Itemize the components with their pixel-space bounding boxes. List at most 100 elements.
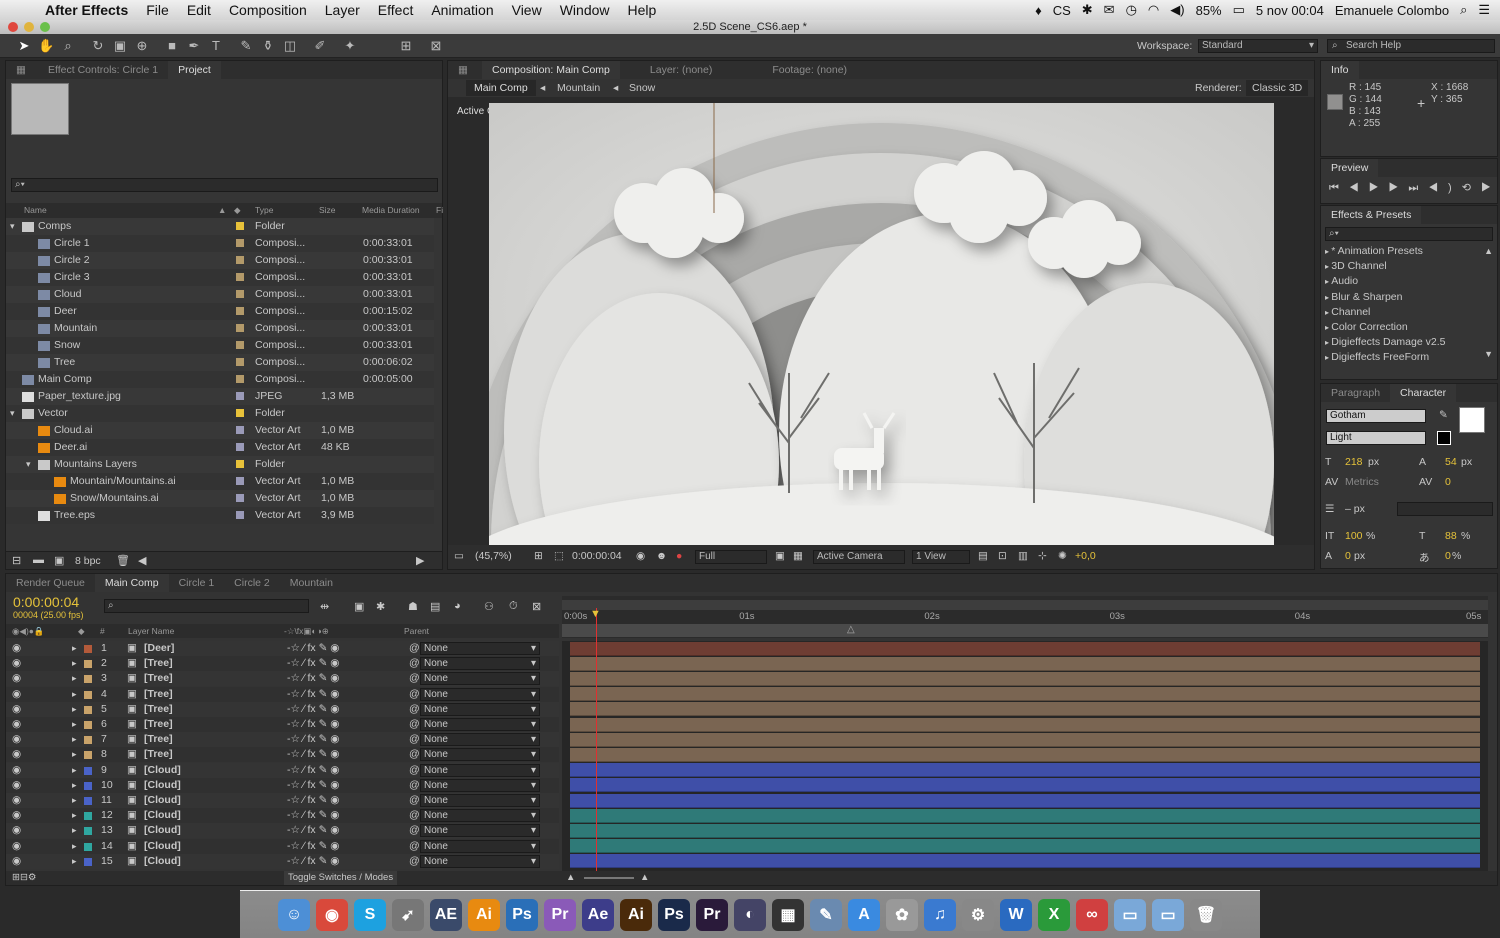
prev-frame-icon[interactable]: ◀ [1349, 182, 1369, 194]
col-name[interactable]: Name [24, 203, 47, 218]
layer-switches[interactable]: -☆ ∕ fx ✎ ◉ [287, 854, 339, 869]
mask-icon[interactable]: ⬚ [554, 550, 564, 562]
label-color-swatch[interactable] [236, 392, 244, 400]
panel-menu-icon[interactable]: ▦ [6, 61, 38, 79]
pick-whip-icon[interactable]: @ [409, 793, 420, 808]
project-item[interactable]: ▾ Mountains Layers Folder [6, 456, 434, 473]
layer-switches[interactable]: -☆ ∕ fx ✎ ◉ [287, 702, 339, 717]
spotlight-icon[interactable]: ⌕ [1460, 2, 1467, 18]
comp-marker-icon[interactable]: △ [847, 624, 855, 635]
app-menu[interactable]: After Effects [36, 2, 137, 18]
tab-mountain[interactable]: Mountain [280, 574, 343, 592]
bluetooth-icon[interactable]: ✱ [1082, 2, 1093, 18]
eye-icon[interactable]: ◉ [12, 823, 21, 838]
timeline-layer-row[interactable]: ◉ ▸ 13 ▣ [Cloud] -☆ ∕ fx ✎ ◉ @ None ▾ [6, 823, 559, 839]
col-parent[interactable]: Parent [404, 624, 429, 638]
new-folder-icon[interactable]: ▬ [33, 554, 44, 566]
project-item[interactable]: Main Comp Composi... 0:00:05:00 [6, 371, 434, 388]
layer-duration-bar[interactable] [570, 839, 1480, 854]
parent-dropdown[interactable]: None ▾ [420, 794, 540, 807]
mail-icon[interactable]: ✉ [1104, 2, 1115, 18]
show-snapshot-icon[interactable]: ☻ [656, 550, 667, 562]
close-window-button[interactable] [8, 22, 18, 32]
timeline-current-time[interactable]: 0:00:00:04 [13, 594, 79, 610]
layer-label-swatch[interactable] [84, 736, 92, 745]
brush-tool-icon[interactable]: ✎ [238, 38, 254, 54]
tab-main-comp[interactable]: Main Comp [94, 574, 169, 592]
layer-name[interactable]: [Cloud] [144, 793, 181, 808]
menu-file[interactable]: File [137, 2, 178, 18]
wifi-icon[interactable]: ◠ [1148, 2, 1159, 18]
layer-duration-bar[interactable] [570, 687, 1480, 702]
effect-category[interactable]: ▸ Color Correction [1325, 321, 1408, 333]
disclosure-triangle-icon[interactable]: ▸ [72, 793, 77, 808]
eye-icon[interactable]: ◉ [12, 656, 21, 671]
project-item[interactable]: Snow/Mountains.ai Vector Art 1,0 MB [6, 490, 434, 507]
ram-preview-icon[interactable]: ▶ [1481, 182, 1500, 194]
layer-duration-bar[interactable] [570, 717, 1480, 732]
preferences-icon[interactable]: ⚙ [962, 898, 994, 931]
timeline-layer-row[interactable]: ◉ ▸ 4 ▣ [Tree] -☆ ∕ fx ✎ ◉ @ None ▾ [6, 686, 559, 702]
pen-tool-icon[interactable]: ✒ [186, 38, 202, 54]
pick-whip-icon[interactable]: @ [409, 854, 420, 869]
layer-switches[interactable]: -☆ ∕ fx ✎ ◉ [287, 823, 339, 838]
label-color-swatch[interactable] [236, 341, 244, 349]
disclosure-triangle-icon[interactable]: ▸ [72, 839, 77, 854]
user-name[interactable]: Emanuele Colombo [1335, 3, 1449, 18]
label-color-swatch[interactable] [236, 256, 244, 264]
timeline-layer-row[interactable]: ◉ ▸ 15 ▣ [Cloud] -☆ ∕ fx ✎ ◉ @ None ▾ [6, 853, 559, 869]
eye-icon[interactable]: ◉ [12, 717, 21, 732]
col-media-duration[interactable]: Media Duration [362, 203, 420, 218]
parent-dropdown[interactable]: None ▾ [420, 778, 540, 792]
label-color-swatch[interactable] [236, 409, 244, 417]
layer-name[interactable]: [Cloud] [144, 854, 181, 869]
pick-whip-icon[interactable]: @ [409, 823, 420, 838]
safe-zones-icon[interactable]: ⊞ [534, 550, 543, 562]
layer-label-swatch[interactable] [84, 675, 92, 684]
comp-lock-icon[interactable]: ▦ [448, 61, 482, 79]
layer-label-swatch[interactable] [84, 766, 92, 775]
dropbox-icon[interactable]: ♦ [1035, 3, 1042, 18]
tab-preview[interactable]: Preview [1321, 159, 1379, 177]
scroll-right-icon[interactable]: ▶ [416, 554, 424, 567]
col-size[interactable]: Size [319, 203, 336, 218]
renderer-dropdown[interactable]: Classic 3D [1246, 80, 1309, 96]
timeline-layer-row[interactable]: ◉ ▸ 9 ▣ [Cloud] -☆ ∕ fx ✎ ◉ @ None ▾ [6, 762, 559, 778]
work-area-bar[interactable] [562, 600, 1488, 610]
work-area-range[interactable] [562, 624, 1488, 637]
photos-icon[interactable]: ✿ [886, 898, 918, 931]
parent-dropdown[interactable]: None ▾ [420, 824, 540, 838]
bit-depth-label[interactable]: 8 bpc [75, 555, 101, 567]
battery-label[interactable]: 85% [1196, 3, 1222, 18]
timeline-layer-row[interactable]: ◉ ▸ 12 ▣ [Cloud] -☆ ∕ fx ✎ ◉ @ None ▾ [6, 808, 559, 824]
exposure-icon[interactable]: ✺ [1058, 550, 1067, 562]
project-item[interactable]: Mountain/Mountains.ai Vector Art 1,0 MB [6, 473, 434, 490]
eye-icon[interactable]: ◉ [12, 839, 21, 854]
label-color-swatch[interactable] [236, 239, 244, 247]
stroke-order-dropdown[interactable] [1397, 502, 1493, 516]
horizontal-scale-value[interactable]: 88 [1445, 530, 1457, 542]
eye-icon[interactable]: ◉ [12, 778, 21, 793]
disclosure-triangle-icon[interactable]: ▸ [72, 763, 77, 778]
time-ruler[interactable]: 0:00s 01s 02s 03s 04s 05s △ [562, 596, 1488, 638]
play-icon[interactable]: ▶ [1369, 182, 1389, 194]
cs-label[interactable]: CS [1053, 3, 1071, 18]
minimize-window-button[interactable] [24, 22, 34, 32]
tab-paragraph[interactable]: Paragraph [1321, 384, 1390, 402]
type-tool-icon[interactable]: T [208, 38, 224, 54]
battery-icon[interactable]: ▭ [1233, 2, 1245, 18]
eye-icon[interactable]: ◉ [12, 671, 21, 686]
scroll-left-icon[interactable]: ◀ [138, 554, 146, 567]
layer-name[interactable]: [Cloud] [144, 763, 181, 778]
eraser-tool-icon[interactable]: ◫ [282, 38, 298, 54]
tab-effect-controls[interactable]: Effect Controls: Circle 1 [38, 61, 168, 79]
effect-category[interactable]: ▸ Blur & Sharpen [1325, 291, 1402, 303]
graph-editor-icon[interactable]: ⊠ [532, 600, 541, 613]
label-color-swatch[interactable] [236, 222, 244, 230]
disclosure-triangle-icon[interactable]: ▸ [72, 747, 77, 762]
pick-whip-icon[interactable]: @ [409, 671, 420, 686]
fast-preview-icon[interactable]: ⊡ [998, 550, 1007, 562]
list-icon[interactable]: ☰ [1478, 2, 1490, 18]
layer-name[interactable]: [Tree] [144, 732, 173, 747]
menu-layer[interactable]: Layer [316, 2, 369, 18]
